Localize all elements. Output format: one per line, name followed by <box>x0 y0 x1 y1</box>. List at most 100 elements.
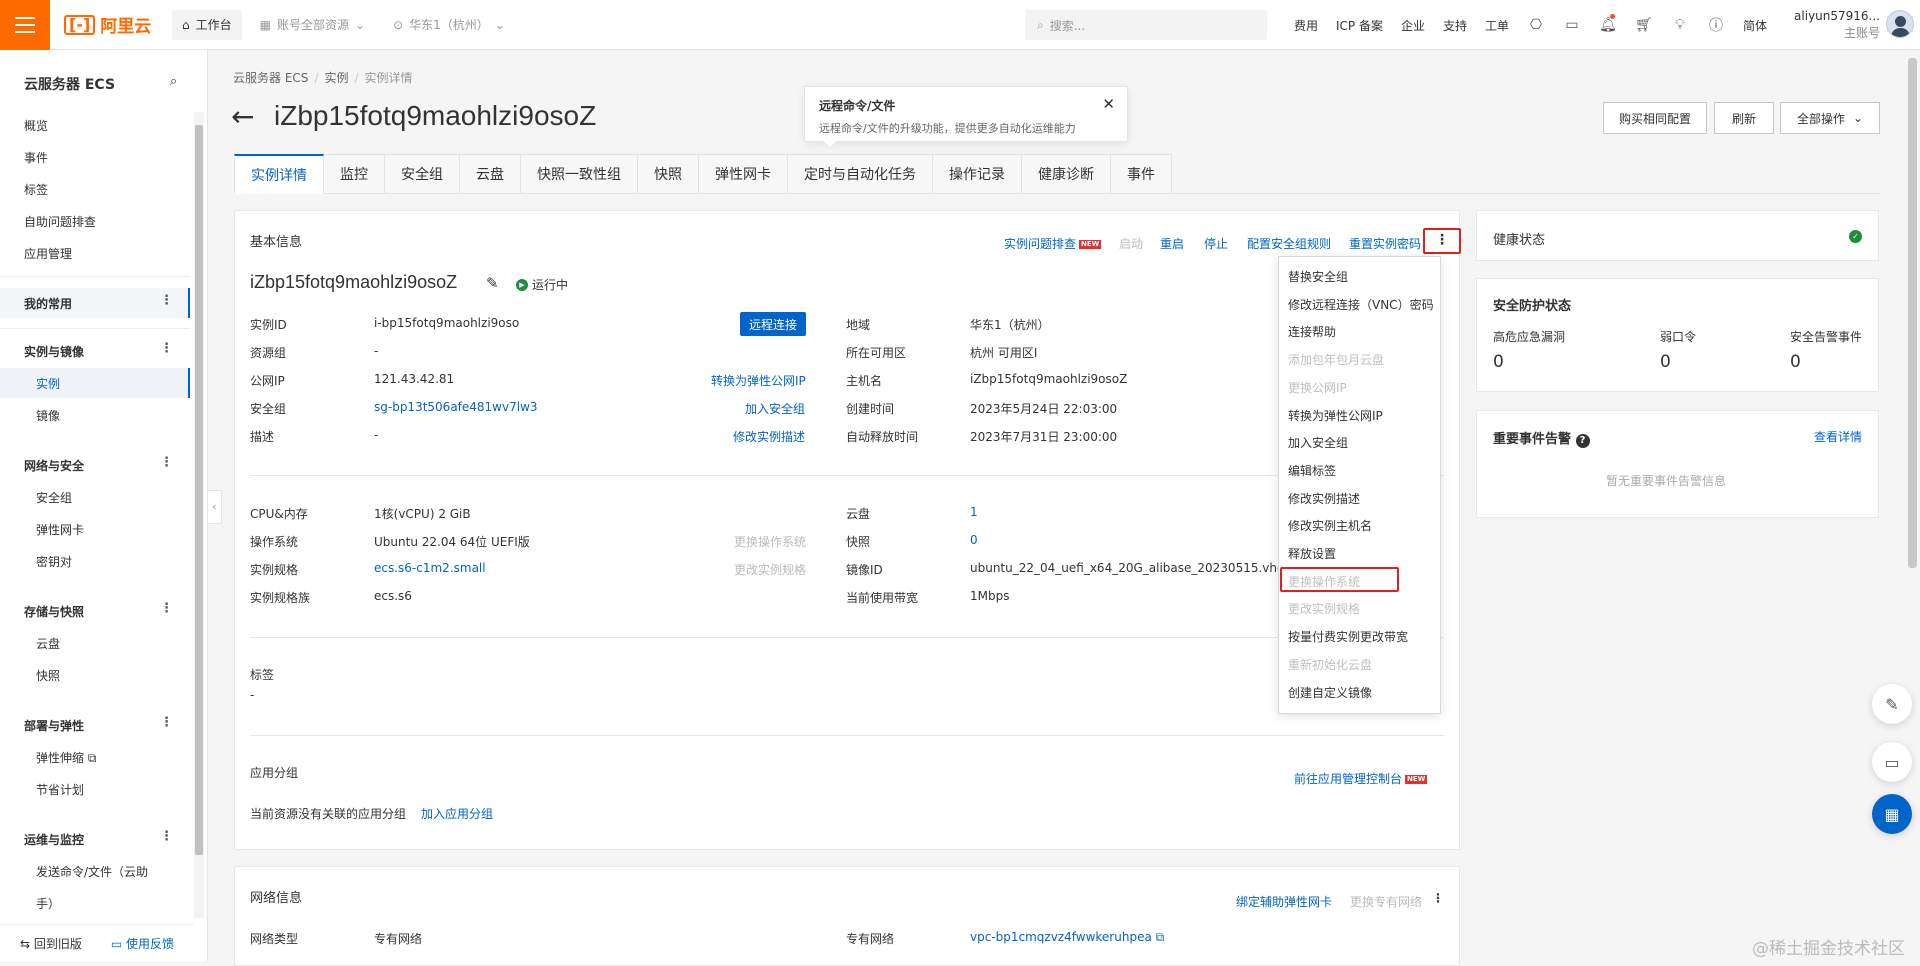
sidebar-item-keypairs[interactable]: 密钥对 <box>36 553 72 570</box>
tab-security-groups[interactable]: 安全组 <box>385 154 460 194</box>
menu-item[interactable]: 释放设置 <box>1288 545 1336 562</box>
tab-scheduled-tasks[interactable]: 定时与自动化任务 <box>788 154 933 194</box>
aliyun-logo[interactable]: [-] 阿里云 <box>64 12 164 37</box>
sidebar-item-troubleshoot[interactable]: 自助问题排查 <box>24 213 96 230</box>
sidebar-item-instances[interactable]: 实例 <box>36 375 60 392</box>
more-icon[interactable]: ⋮ <box>160 715 173 730</box>
user-info[interactable]: aliyun57916... 主账号 <box>1790 8 1880 42</box>
menu-item[interactable]: 修改远程连接（VNC）密码 <box>1288 296 1434 313</box>
edit-icon[interactable]: ✎ <box>486 274 499 292</box>
sidebar-item-security-groups[interactable]: 安全组 <box>36 489 72 506</box>
sidebar-item-autoscaling[interactable]: 弹性伸缩 ⧉ <box>36 749 96 766</box>
stat-value-weak-pwd[interactable]: 0 <box>1660 352 1671 372</box>
stat-value-vuln[interactable]: 0 <box>1493 352 1504 372</box>
sidebar-group-storage[interactable]: 存储与快照 <box>24 603 84 620</box>
tab-events[interactable]: 事件 <box>1111 154 1172 194</box>
more-icon[interactable]: ⋮ <box>160 293 173 308</box>
tab-snapshot-consistency[interactable]: 快照一致性组 <box>521 154 638 194</box>
sidebar-item-send-command-cont[interactable]: 手） <box>36 895 60 912</box>
tab-instance-details[interactable]: 实例详情 <box>234 154 324 194</box>
close-icon[interactable]: ✕ <box>1102 95 1115 113</box>
menu-item[interactable]: 替换安全组 <box>1288 268 1348 285</box>
sidebar-group-network[interactable]: 网络与安全 <box>24 457 84 474</box>
sidebar-item-app-management[interactable]: 应用管理 <box>24 245 72 262</box>
change-spec-link[interactable]: 更改实例规格 <box>734 561 806 578</box>
enterprise-link[interactable]: 企业 <box>1392 17 1434 34</box>
sidebar-item-images[interactable]: 镜像 <box>36 407 60 424</box>
breadcrumb-instances[interactable]: 实例 <box>324 71 348 85</box>
menu-icon[interactable] <box>0 0 50 50</box>
tab-snapshots[interactable]: 快照 <box>638 154 699 194</box>
convert-eip-link[interactable]: 转换为弹性公网IP <box>711 372 806 389</box>
apps-icon[interactable]: ▦ <box>1872 794 1912 834</box>
more-icon[interactable]: ⋮ <box>160 341 173 356</box>
sidebar-item-eni[interactable]: 弹性网卡 <box>36 521 84 538</box>
stop-link[interactable]: 停止 <box>1204 235 1228 252</box>
more-actions-button[interactable]: ⋮ <box>1423 228 1461 254</box>
sidebar-group-deploy[interactable]: 部署与弹性 <box>24 717 84 734</box>
app-console-link[interactable]: 前往应用管理控制台 NEW <box>1294 770 1428 787</box>
support-link[interactable]: 支持 <box>1434 17 1476 34</box>
language-switch[interactable]: 简体 <box>1734 17 1776 34</box>
ticket-link[interactable]: 工单 <box>1476 17 1518 34</box>
back-arrow-icon[interactable]: ← <box>231 102 254 132</box>
menu-item[interactable]: 更换公网IP <box>1288 379 1347 396</box>
sidebar-search-icon[interactable]: ⌕ <box>170 74 177 89</box>
restart-link[interactable]: 重启 <box>1160 235 1184 252</box>
workbench-button[interactable]: ⌂ 工作台 <box>172 9 242 40</box>
sidebar-scroll-thumb[interactable] <box>195 125 203 855</box>
menu-item[interactable]: 添加包年包月云盘 <box>1288 351 1384 368</box>
all-operations-button[interactable]: 全部操作 ⌄ <box>1780 102 1880 134</box>
buy-same-config-button[interactable]: 购买相同配置 <box>1603 102 1707 134</box>
region-selector[interactable]: ⊙ 华东1（杭州） ⌄ <box>383 9 515 40</box>
tab-operation-log[interactable]: 操作记录 <box>933 154 1022 194</box>
value-snapshots[interactable]: 0 <box>970 533 978 547</box>
old-version-link[interactable]: ⇆ 回到旧版 <box>20 935 82 952</box>
value-vpc[interactable]: vpc-bp1cmqzvz4fwwkeruhpea ⧉ <box>970 930 1164 945</box>
menu-item[interactable]: 创建自定义镜像 <box>1288 684 1372 701</box>
change-os-link[interactable]: 更换操作系统 <box>734 533 806 550</box>
sidebar-item-tags[interactable]: 标签 <box>24 181 48 198</box>
view-details-link[interactable]: 查看详情 <box>1814 428 1862 445</box>
search-input[interactable]: ⌕ 搜索... <box>1025 10 1267 40</box>
collapse-sidebar-icon[interactable]: ‹ <box>208 490 222 524</box>
sidebar-item-savings-plan[interactable]: 节省计划 <box>36 781 84 798</box>
cart-icon[interactable]: 🛒︎ <box>1626 17 1662 33</box>
sidebar-group-ops[interactable]: 运维与监控 <box>24 831 84 848</box>
more-icon[interactable]: ⋮ <box>160 455 173 470</box>
value-instance-type[interactable]: ecs.s6-c1m2.small <box>374 561 486 575</box>
remote-connect-button[interactable]: 远程连接 <box>740 312 806 336</box>
help-icon[interactable]: ⓘ <box>1698 15 1734 35</box>
edit-description-link[interactable]: 修改实例描述 <box>733 428 805 445</box>
question-icon[interactable]: ? <box>1575 434 1590 448</box>
menu-item[interactable]: 修改实例主机名 <box>1288 517 1372 534</box>
resource-selector[interactable]: ▦ 账号全部资源 ⌄ <box>249 9 376 40</box>
start-link[interactable]: 启动 <box>1119 235 1143 252</box>
sidebar-favorites[interactable]: 我的常用 <box>24 295 72 312</box>
menu-item[interactable]: 编辑标签 <box>1288 462 1336 479</box>
sidebar-item-events[interactable]: 事件 <box>24 149 48 166</box>
change-vpc-link[interactable]: 更换专有网络 <box>1350 893 1422 910</box>
tab-disks[interactable]: 云盘 <box>460 154 521 194</box>
sidebar-group-instances[interactable]: 实例与镜像 <box>24 343 84 360</box>
menu-item[interactable]: 更改实例规格 <box>1288 600 1360 617</box>
sidebar-item-send-command[interactable]: 发送命令/文件（云助 <box>36 863 148 880</box>
refresh-button[interactable]: 刷新 <box>1714 102 1774 134</box>
sg-rules-link[interactable]: 配置安全组规则 <box>1247 235 1331 252</box>
join-app-group-link[interactable]: 加入应用分组 <box>421 805 493 822</box>
menu-item[interactable]: 修改实例描述 <box>1288 490 1360 507</box>
avatar[interactable] <box>1886 10 1914 38</box>
sidebar-item-snapshots[interactable]: 快照 <box>36 667 60 684</box>
billing-link[interactable]: 费用 <box>1285 17 1327 34</box>
join-sg-link[interactable]: 加入安全组 <box>745 400 805 417</box>
breadcrumb-ecs[interactable]: 云服务器 ECS <box>233 71 308 85</box>
tab-health-diagnosis[interactable]: 健康诊断 <box>1022 154 1111 194</box>
lightbulb-icon[interactable]: 💡︎ <box>1662 17 1698 33</box>
cloud-shell-icon[interactable]: ⎔ <box>1518 17 1554 33</box>
bell-icon[interactable]: 🔔︎ <box>1590 14 1626 33</box>
feedback-link[interactable]: ▭ 使用反馈 <box>111 935 174 952</box>
value-security-group[interactable]: sg-bp13t506afe481wv7lw3 <box>374 400 538 414</box>
sidebar-item-overview[interactable]: 概览 <box>24 117 48 134</box>
sidebar-item-disks[interactable]: 云盘 <box>36 635 60 652</box>
menu-item[interactable]: 按量付费实例更改带宽 <box>1288 628 1408 645</box>
